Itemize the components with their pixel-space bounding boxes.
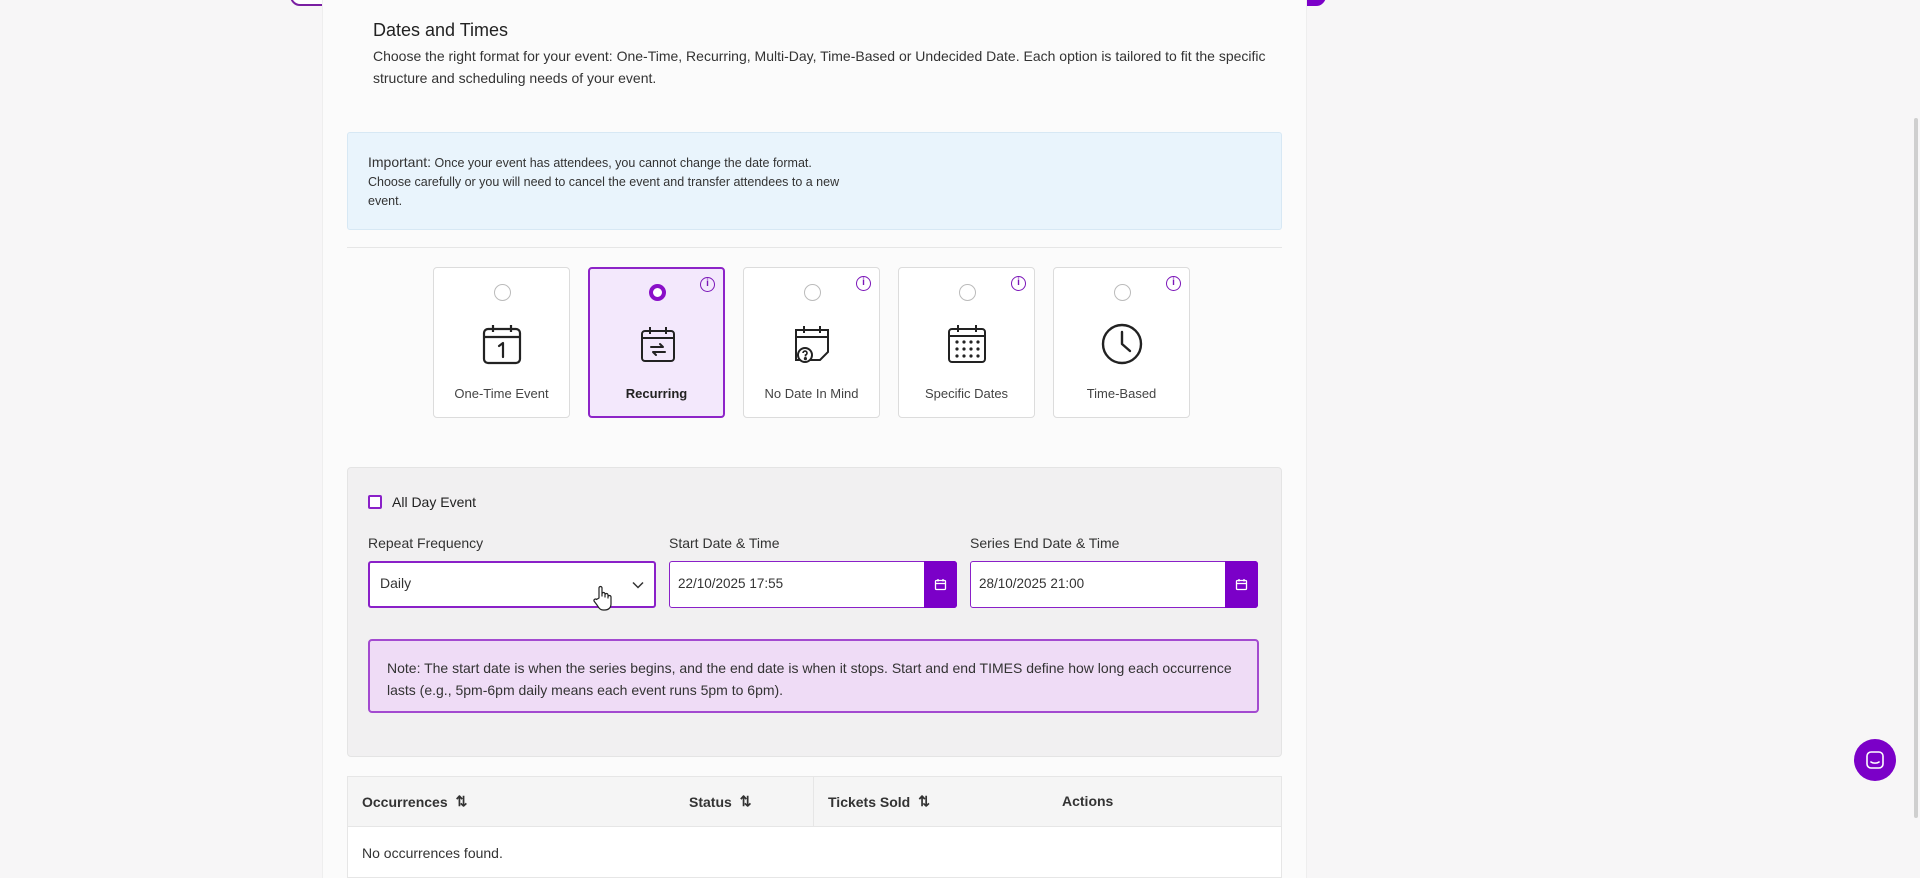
divider	[347, 247, 1282, 248]
start-date-value: 22/10/2025 17:55	[678, 576, 784, 591]
calendar-dots-icon	[948, 325, 986, 363]
option-label: Time-Based	[1086, 386, 1157, 401]
start-date-input[interactable]: 22/10/2025 17:55	[669, 561, 957, 608]
calendar-question-icon	[795, 326, 829, 363]
clock-icon	[1101, 323, 1143, 365]
sort-icon: ⇅	[455, 793, 468, 809]
start-date-label: Start Date & Time	[669, 535, 780, 551]
important-info-box: Important: Once your event has attendees…	[347, 132, 1282, 230]
end-date-calendar-button[interactable]	[1225, 561, 1258, 608]
info-icon[interactable]: i	[1011, 276, 1026, 291]
end-date-value: 28/10/2025 21:00	[979, 576, 1085, 591]
section-description: Choose the right format for your event: …	[373, 48, 1266, 86]
calendar-repeat-icon	[641, 327, 675, 362]
start-date-calendar-button[interactable]	[924, 561, 957, 608]
option-label: One-Time Event	[454, 386, 549, 401]
column-divider	[813, 777, 814, 827]
option-time-based[interactable]: i Time-Based	[1053, 267, 1190, 418]
header-tickets-sold[interactable]: Tickets Sold ⇅	[828, 793, 930, 810]
calendar-one-icon	[482, 325, 522, 365]
repeat-frequency-label: Repeat Frequency	[368, 535, 484, 551]
empty-state-text: No occurrences found.	[362, 845, 503, 861]
occurrences-table: Occurrences ⇅ Status ⇅ Tickets Sold ⇅ Ac…	[347, 776, 1282, 878]
header-occurrences[interactable]: Occurrences ⇅	[362, 793, 467, 810]
sort-icon: ⇅	[918, 793, 930, 809]
option-one-time-event[interactable]: One-Time Event	[433, 267, 570, 418]
header-status[interactable]: Status ⇅	[689, 793, 752, 810]
chat-icon	[1866, 751, 1884, 769]
hand-cursor-icon	[593, 585, 612, 611]
date-format-options: One-Time Event i Recurring i No Date In …	[433, 267, 1190, 418]
radio-button[interactable]	[1114, 284, 1131, 301]
header-label: Occurrences	[362, 793, 448, 810]
important-label: Important:	[368, 154, 432, 170]
recurring-settings-panel: All Day Event Repeat Frequency Start Dat…	[347, 467, 1282, 757]
all-day-checkbox[interactable]	[368, 495, 382, 509]
recurring-note: Note: The start date is when the series …	[368, 639, 1259, 713]
option-label: Specific Dates	[924, 386, 1009, 401]
radio-button[interactable]	[494, 284, 511, 301]
info-icon[interactable]: i	[1166, 276, 1181, 291]
option-specific-dates[interactable]: i Specific Dates	[898, 267, 1035, 418]
radio-button[interactable]	[804, 284, 821, 301]
sort-icon: ⇅	[739, 793, 752, 809]
radio-button-selected[interactable]	[649, 284, 666, 301]
radio-button[interactable]	[959, 284, 976, 301]
info-icon[interactable]: i	[856, 276, 871, 291]
table-header: Occurrences ⇅ Status ⇅ Tickets Sold ⇅ Ac…	[348, 777, 1281, 827]
chat-launcher-button[interactable]	[1854, 739, 1896, 781]
info-icon[interactable]: i	[700, 277, 715, 292]
header-actions: Actions	[1062, 793, 1113, 809]
calendar-icon	[1235, 579, 1248, 591]
option-no-date-in-mind[interactable]: i No Date In Mind	[743, 267, 880, 418]
header-label: Actions	[1062, 793, 1114, 809]
end-date-input[interactable]: 28/10/2025 21:00	[970, 561, 1258, 608]
all-day-label: All Day Event	[392, 494, 477, 510]
header-label: Status	[689, 793, 732, 810]
section-title: Dates and Times	[373, 20, 509, 40]
option-label: Recurring	[625, 386, 688, 401]
header-label: Tickets Sold	[828, 793, 911, 810]
option-recurring[interactable]: i Recurring	[588, 267, 725, 418]
page-scrollbar[interactable]	[1914, 118, 1918, 818]
event-form-page: Dates and Times Choose the right format …	[322, 0, 1307, 878]
calendar-icon	[934, 579, 947, 591]
all-day-event-row[interactable]: All Day Event	[368, 494, 476, 510]
chevron-down-icon	[632, 581, 644, 589]
option-label: No Date In Mind	[764, 386, 859, 401]
end-date-label: Series End Date & Time	[970, 535, 1120, 551]
repeat-frequency-value: Daily	[380, 575, 412, 591]
important-text: Once your event has attendees, you canno…	[368, 156, 840, 208]
